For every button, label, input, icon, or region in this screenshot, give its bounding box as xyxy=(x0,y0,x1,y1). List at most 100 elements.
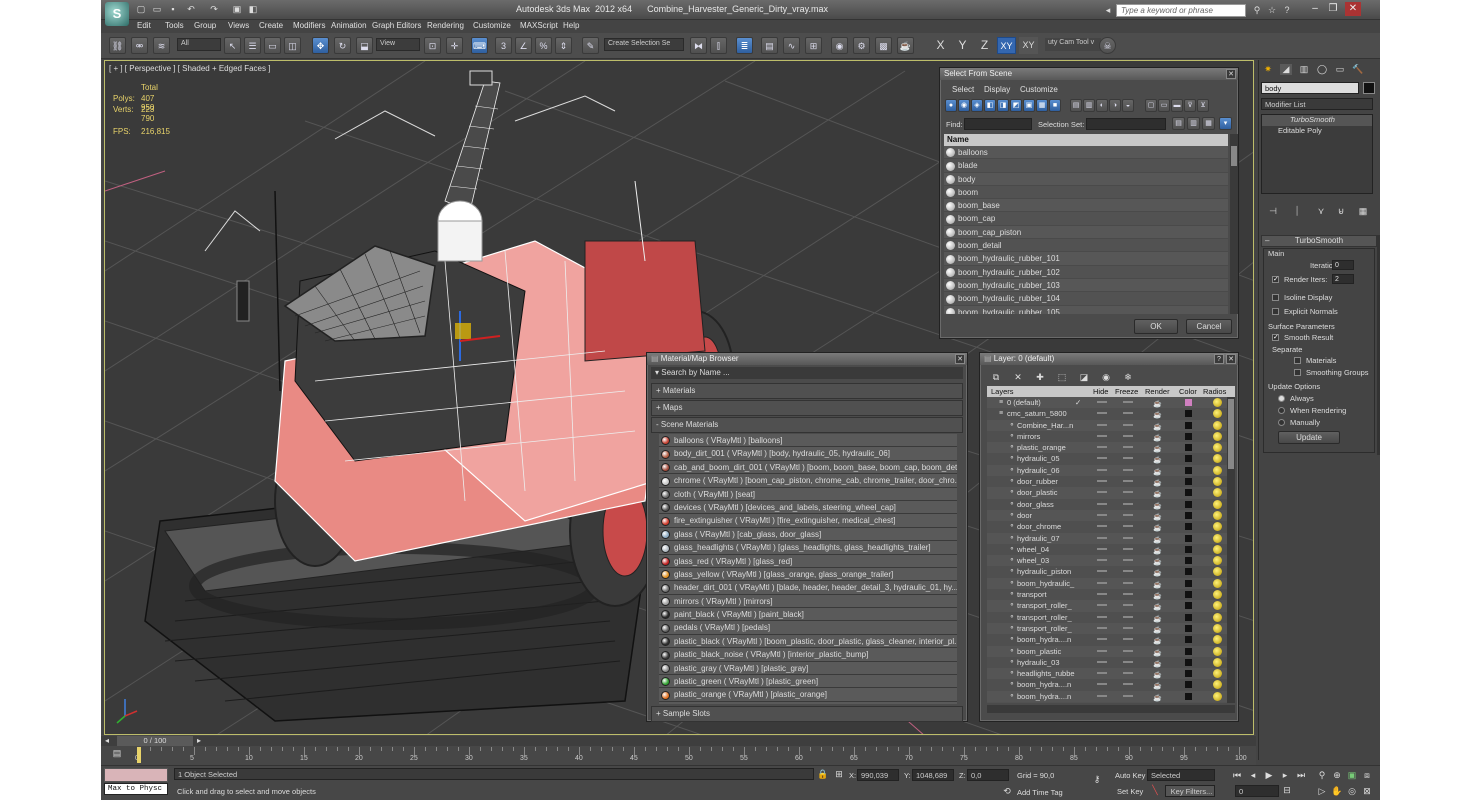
freeze-toggle[interactable] xyxy=(1123,525,1133,528)
scene-filter-14-icon[interactable]: ◒ xyxy=(1122,99,1134,112)
manually-radio[interactable] xyxy=(1278,419,1285,426)
radiosity-icon[interactable] xyxy=(1213,443,1222,453)
layer-row[interactable]: headlights_rubbe ⚬ ☕ xyxy=(987,668,1227,680)
scene-object-row[interactable]: boom_cap_piston xyxy=(944,225,1228,240)
radiosity-icon[interactable] xyxy=(1213,556,1222,566)
scene-filter-9-icon[interactable]: ■ xyxy=(1049,99,1061,112)
material-row[interactable]: balloons ( VRayMtl ) [balloons] xyxy=(659,434,957,448)
freeze-toggle[interactable] xyxy=(1123,423,1133,426)
freeze-toggle[interactable] xyxy=(1123,434,1133,437)
select-from-scene-title[interactable]: Select From Scene ✕ xyxy=(940,68,1238,80)
key-selection-dropdown[interactable]: Selected xyxy=(1147,769,1215,781)
render-teapot-icon[interactable]: ☕ xyxy=(1153,648,1162,657)
layer-color-swatch[interactable] xyxy=(1185,410,1192,418)
scene-filter-17-icon[interactable]: ▬ xyxy=(1171,99,1183,112)
hide-all-icon[interactable]: ◉ xyxy=(1100,372,1112,383)
material-browser-title[interactable]: ▤ Material/Map Browser ✕ xyxy=(647,353,967,365)
key-filters-button[interactable]: Key Filters... xyxy=(1165,785,1215,797)
modify-tab-icon[interactable]: ◢ xyxy=(1280,64,1292,75)
section-scene-materials[interactable]: - Scene Materials xyxy=(651,417,963,433)
scene-filter-11-icon[interactable]: ▥ xyxy=(1083,99,1095,112)
save-icon[interactable]: ▪ xyxy=(167,4,179,15)
configure-sets-icon[interactable]: ▦ xyxy=(1357,206,1369,217)
layer-dialog-title[interactable]: ▤ Layer: 0 (default)? ✕ xyxy=(980,353,1238,365)
hide-toggle[interactable] xyxy=(1097,626,1107,629)
scene-object-row[interactable]: boom_detail xyxy=(944,239,1228,253)
render-teapot-icon[interactable]: ☕ xyxy=(1153,546,1162,555)
stack-editable-poly[interactable]: Editable Poly xyxy=(1262,126,1372,137)
radiosity-icon[interactable] xyxy=(1213,567,1222,577)
menu-tools[interactable]: Tools xyxy=(165,21,184,30)
skull-icon[interactable]: ☠ xyxy=(1099,37,1116,54)
curve-editor-mini-icon[interactable]: ▤ xyxy=(111,748,123,759)
iterations-spinner[interactable]: 0 xyxy=(1332,260,1354,270)
material-row[interactable]: plastic_black ( VRayMtl ) [boom_plastic,… xyxy=(659,635,957,649)
menu-customize[interactable]: Customize xyxy=(473,21,511,30)
layer-row[interactable]: Combine_Har...n ⚬ ☕ xyxy=(987,419,1227,431)
layer-color-swatch[interactable] xyxy=(1185,534,1192,542)
radiosity-icon[interactable] xyxy=(1213,499,1222,509)
axis-xy-cycle-button[interactable]: XY xyxy=(1019,37,1038,54)
hide-toggle[interactable] xyxy=(1097,536,1107,539)
layer-header-render[interactable]: Render xyxy=(1145,387,1170,396)
freeze-toggle[interactable] xyxy=(1123,446,1133,449)
layer-color-swatch[interactable] xyxy=(1185,557,1192,565)
hide-toggle[interactable] xyxy=(1097,502,1107,505)
close-icon[interactable]: ✕ xyxy=(1226,354,1236,364)
radiosity-icon[interactable] xyxy=(1213,669,1222,679)
layer-row[interactable]: transport_roller_ ⚬ ☕ xyxy=(987,600,1227,612)
menu-select[interactable]: Select xyxy=(952,85,974,94)
isoline-checkbox[interactable] xyxy=(1272,294,1279,301)
frame-ruler[interactable]: 0510152025303540455055606570758085909510… xyxy=(135,747,1247,765)
material-row[interactable]: header_dirt_001 ( VRayMtl ) [blade, head… xyxy=(659,581,957,595)
lock-selection-icon[interactable]: 🔒 xyxy=(817,769,829,780)
render-teapot-icon[interactable]: ☕ xyxy=(1153,489,1162,498)
keyword-search-input[interactable]: Type a keyword or phrase xyxy=(1116,4,1246,17)
ok-button[interactable]: OK xyxy=(1134,319,1178,334)
key-icon[interactable]: ⚷ xyxy=(1091,774,1103,785)
layer-row[interactable]: transport ⚬ ☕ xyxy=(987,589,1227,601)
scene-filter-19-icon[interactable]: ⊻ xyxy=(1197,99,1209,112)
layer-row[interactable]: transport_roller_ ⚬ ☕ xyxy=(987,622,1227,635)
motion-tab-icon[interactable]: ◯ xyxy=(1316,64,1328,75)
layer-row[interactable]: boom_hydra....n ⚬ ☕ xyxy=(987,634,1227,646)
hide-toggle[interactable] xyxy=(1097,434,1107,437)
layer-color-swatch[interactable] xyxy=(1185,432,1192,440)
hide-toggle[interactable] xyxy=(1097,683,1107,686)
selection-filter-dropdown[interactable]: All xyxy=(177,38,221,51)
layer-row[interactable]: hydraulic_07 ⚬ ☕ xyxy=(987,532,1227,544)
layer-color-swatch[interactable] xyxy=(1185,523,1192,531)
close-icon[interactable]: ✕ xyxy=(1226,69,1236,79)
undo-icon[interactable]: ↶ xyxy=(185,4,197,15)
hide-toggle[interactable] xyxy=(1097,649,1107,652)
material-row[interactable]: chrome ( VRayMtl ) [boom_cap_piston, chr… xyxy=(659,474,957,488)
layer-color-swatch[interactable] xyxy=(1185,545,1192,553)
freeze-toggle[interactable] xyxy=(1123,649,1133,652)
scene-object-row[interactable]: boom_hydraulic_rubber_104 xyxy=(944,292,1228,306)
hide-toggle[interactable] xyxy=(1097,525,1107,528)
freeze-toggle[interactable] xyxy=(1123,513,1133,516)
radiosity-icon[interactable] xyxy=(1213,590,1222,600)
list-scrollbar[interactable] xyxy=(1230,134,1238,314)
hide-toggle[interactable] xyxy=(1097,480,1107,483)
scene-filter-6-icon[interactable]: ◩ xyxy=(1010,99,1022,112)
pan-icon[interactable]: ✋ xyxy=(1331,786,1343,797)
scene-object-row[interactable]: boom_hydraulic_rubber_103 xyxy=(944,278,1228,293)
render-teapot-icon[interactable]: ☕ xyxy=(1153,523,1162,532)
layer-row[interactable]: boom_hydraulic_ ⚬ ☕ xyxy=(987,577,1227,590)
radiosity-icon[interactable] xyxy=(1213,646,1222,656)
selection-set-dropdown[interactable] xyxy=(1086,118,1166,130)
when-rendering-radio[interactable] xyxy=(1278,407,1285,414)
layer-color-swatch[interactable] xyxy=(1185,658,1192,666)
freeze-toggle[interactable] xyxy=(1123,468,1133,471)
render-teapot-icon[interactable]: ☕ xyxy=(1153,580,1162,589)
layer-row[interactable]: boom_plastic ⚬ ☕ xyxy=(987,645,1227,657)
material-row[interactable]: plastic_gray ( VRayMtl ) [plastic_gray] xyxy=(659,662,957,676)
hide-toggle[interactable] xyxy=(1097,660,1107,663)
utilities-tab-icon[interactable]: 🔨 xyxy=(1352,64,1364,75)
hide-toggle[interactable] xyxy=(1097,423,1107,426)
radiosity-icon[interactable] xyxy=(1213,533,1222,543)
layer-color-swatch[interactable] xyxy=(1185,500,1192,508)
select-in-layer-icon[interactable]: ⬚ xyxy=(1056,372,1068,383)
key-mode-icon[interactable]: ⊟ xyxy=(1281,785,1293,796)
